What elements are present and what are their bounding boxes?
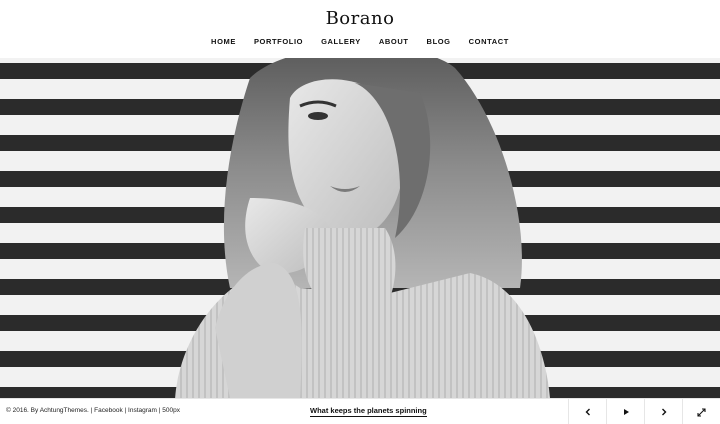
copyright-text: © 2016. By AchtungThemes. xyxy=(6,407,89,414)
slide-caption-link[interactable]: What keeps the planets spinning xyxy=(310,406,427,417)
nav-blog[interactable]: BLOG xyxy=(418,37,460,47)
next-button[interactable] xyxy=(644,399,682,424)
separator: | xyxy=(124,407,127,414)
nav-about[interactable]: ABOUT xyxy=(370,37,418,47)
prev-button[interactable] xyxy=(568,399,606,424)
site-header: Borano HOME PORTFOLIO GALLERY ABOUT BLOG… xyxy=(0,0,720,58)
facebook-link[interactable]: Facebook xyxy=(94,407,123,414)
play-button[interactable] xyxy=(606,399,644,424)
slideshow-controls xyxy=(568,399,720,424)
chevron-right-icon xyxy=(661,408,666,416)
site-footer: © 2016. By AchtungThemes. | Facebook | I… xyxy=(0,398,720,424)
hero-image xyxy=(0,58,720,398)
nav-contact[interactable]: CONTACT xyxy=(460,37,518,47)
chevron-left-icon xyxy=(585,408,590,416)
play-icon xyxy=(623,409,629,415)
site-logo[interactable]: Borano xyxy=(0,8,720,29)
nav-portfolio[interactable]: PORTFOLIO xyxy=(245,37,312,47)
500px-link[interactable]: 500px xyxy=(162,407,180,414)
main-nav: HOME PORTFOLIO GALLERY ABOUT BLOG CONTAC… xyxy=(0,37,720,47)
footer-credits: © 2016. By AchtungThemes. | Facebook | I… xyxy=(6,407,180,414)
portrait-photo xyxy=(0,58,720,398)
separator: | xyxy=(90,407,93,414)
fullscreen-button[interactable] xyxy=(682,399,720,424)
nav-gallery[interactable]: GALLERY xyxy=(312,37,370,47)
fullscreen-icon xyxy=(697,407,706,417)
nav-home[interactable]: HOME xyxy=(202,37,245,47)
instagram-link[interactable]: Instagram xyxy=(128,407,157,414)
separator: | xyxy=(158,407,161,414)
